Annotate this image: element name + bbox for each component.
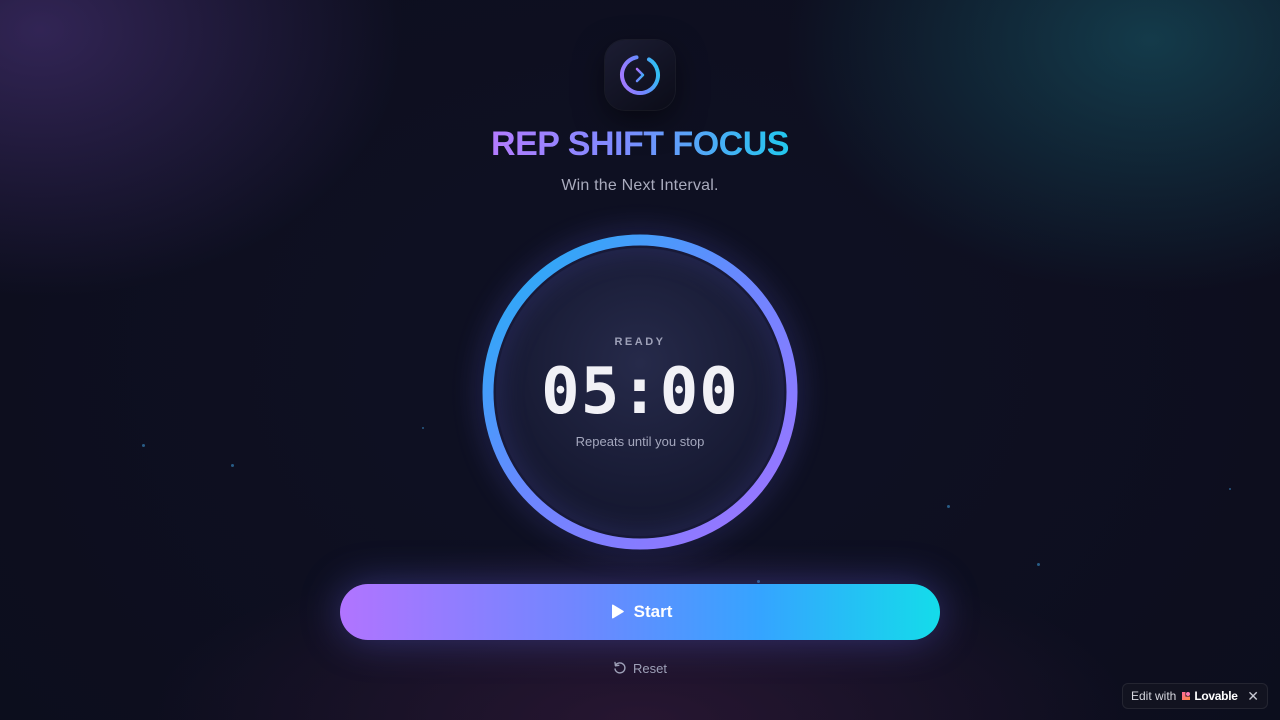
- lovable-heart-icon: [1181, 691, 1191, 701]
- background-particle: [142, 444, 145, 447]
- background-particle: [1037, 563, 1040, 566]
- background-particle: [1229, 488, 1231, 490]
- timer-time: 05:00: [541, 355, 739, 429]
- close-icon[interactable]: ✕: [1247, 689, 1259, 703]
- background-particle: [757, 580, 760, 583]
- start-button[interactable]: Start: [340, 584, 940, 640]
- reset-button-label: Reset: [633, 660, 667, 676]
- badge-prefix: Edit with: [1131, 689, 1177, 703]
- app-title: REP SHIFT FOCUS: [491, 125, 789, 163]
- reset-button[interactable]: Reset: [600, 656, 680, 680]
- play-icon: [611, 604, 624, 619]
- background-particle: [947, 505, 950, 508]
- app-tagline: Win the Next Interval.: [561, 177, 719, 194]
- edit-with-lovable-badge[interactable]: Edit with Lovable ✕: [1122, 683, 1268, 709]
- badge-brand: Lovable: [1194, 689, 1238, 703]
- app-logo: [605, 40, 675, 110]
- play-ring-icon: [620, 55, 660, 95]
- start-button-label: Start: [633, 602, 673, 621]
- timer-hint: Repeats until you stop: [575, 434, 705, 449]
- timer-dial: READY 05:00 Repeats until you stop: [480, 232, 800, 552]
- reset-icon: [614, 661, 626, 674]
- background-particle: [231, 464, 234, 467]
- timer-status: READY: [614, 336, 666, 348]
- background-particle: [422, 427, 424, 429]
